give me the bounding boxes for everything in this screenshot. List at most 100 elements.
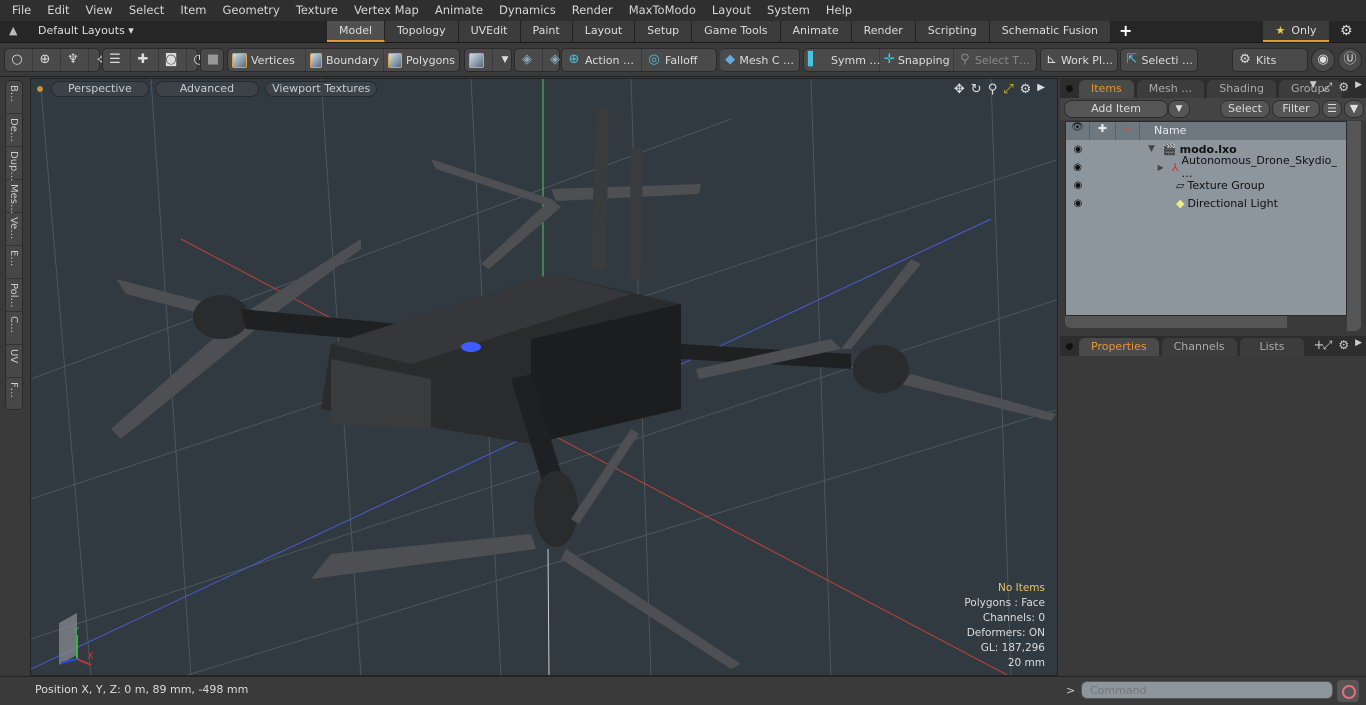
filter-button[interactable]: Filter <box>1272 100 1320 118</box>
menu-help[interactable]: Help <box>818 0 860 21</box>
eye-icon[interactable]: ◉ <box>1066 162 1089 173</box>
only-toggle[interactable]: ★ Only <box>1263 21 1329 42</box>
tab-lists[interactable]: Lists <box>1239 338 1305 356</box>
left-tab-mesh-edit[interactable]: Mes… <box>6 180 22 214</box>
action-center-button[interactable]: ⊕ Action … <box>562 49 642 71</box>
mesh-constraint-button[interactable]: ◆ Mesh C … <box>720 49 798 71</box>
left-tab-edge[interactable]: E… <box>6 246 22 279</box>
tree-row-drone[interactable]: ◉ ▶ ⅄ Autonomous_Drone_Skydio_ … <box>1066 154 1346 180</box>
tab-scripting[interactable]: Scripting <box>915 21 990 42</box>
world-transform-icon[interactable]: ◈ <box>515 49 543 71</box>
pen-icon[interactable]: ♆ <box>61 49 89 71</box>
tab-schematic-fusion[interactable]: Schematic Fusion <box>989 21 1112 42</box>
menu-system[interactable]: System <box>759 0 818 21</box>
list-options-icon[interactable]: ☰ <box>1322 100 1342 118</box>
menu-view[interactable]: View <box>78 0 121 21</box>
viewport-menu-dot[interactable] <box>37 86 43 92</box>
gear-icon[interactable]: ⚙ <box>1020 82 1032 97</box>
item-mode-icon[interactable]: ■ <box>201 49 228 71</box>
vertices-button[interactable]: Vertices <box>228 49 306 71</box>
expand-arrow-icon[interactable]: ▶ <box>1355 338 1362 353</box>
left-tab-uv[interactable]: UV <box>6 345 22 378</box>
eye-icon[interactable]: ◉ <box>1066 180 1090 191</box>
kits-button[interactable]: ⚙ Kits <box>1233 49 1307 71</box>
tree-row-texture-group[interactable]: ◉ ▱ Texture Group <box>1066 176 1346 194</box>
left-tab-polygon[interactable]: Pol… <box>6 279 22 312</box>
shading-mode-button[interactable]: Advanced <box>154 81 260 97</box>
expand-arrow-icon[interactable]: ▶ <box>1037 82 1045 97</box>
boundary-button[interactable]: Boundary <box>306 49 384 71</box>
record-macro-button[interactable] <box>1337 680 1359 702</box>
menu-dynamics[interactable]: Dynamics <box>491 0 564 21</box>
tab-paint[interactable]: Paint <box>520 21 573 42</box>
name-column-header[interactable]: Name <box>1140 122 1186 140</box>
tree-horizontal-scrollbar[interactable] <box>1065 316 1287 328</box>
gear-icon[interactable]: ⚙ <box>1338 80 1349 95</box>
tab-render[interactable]: Render <box>851 21 916 42</box>
panel-menu-dot[interactable] <box>1066 85 1073 92</box>
tab-setup[interactable]: Setup <box>635 21 693 42</box>
panel-menu-dot[interactable] <box>1066 343 1073 350</box>
menu-select[interactable]: Select <box>121 0 172 21</box>
tree-row-light[interactable]: ◉ ◆ Directional Light <box>1066 194 1346 212</box>
viewport-textures-button[interactable]: Viewport Textures <box>265 81 378 97</box>
collapse-icon[interactable]: ▼ <box>1148 144 1155 154</box>
layout-selector[interactable]: Default Layouts ▾ <box>38 24 134 37</box>
snapping-button[interactable]: ✛ Snapping <box>880 49 954 71</box>
left-tab-curve[interactable]: C… <box>6 312 22 345</box>
tab-game-tools[interactable]: Game Tools <box>692 21 781 42</box>
eye-icon[interactable]: ◉ <box>1066 144 1090 155</box>
pan-icon[interactable]: ✥ <box>954 82 965 97</box>
maximize-icon[interactable]: ⤢ <box>1003 82 1013 97</box>
select-through-button[interactable]: ⚲ Select T… <box>954 49 1034 71</box>
left-tab-duplicate[interactable]: Dup… <box>6 147 22 181</box>
zoom-icon[interactable]: ⚲ <box>988 82 998 97</box>
3d-viewport[interactable]: Y X Perspective Advanced Viewport Textur… <box>30 78 1058 676</box>
collapse-arrow-icon[interactable]: ▲ <box>9 24 17 37</box>
view-mode-button[interactable]: Perspective <box>51 81 149 97</box>
filter-icon[interactable]: ▼ <box>1344 100 1364 118</box>
add-item-dropdown[interactable]: ▼ <box>1168 100 1190 118</box>
gear-icon[interactable]: ⚙ <box>1340 23 1353 39</box>
rotate-icon[interactable]: ↻ <box>971 82 982 97</box>
left-tab-deform[interactable]: De… <box>6 114 22 147</box>
gear-icon[interactable]: ⚙ <box>1338 338 1349 353</box>
left-tab-fusion[interactable]: F… <box>6 378 22 411</box>
tree-vertical-scrollbar[interactable] <box>1347 121 1361 331</box>
polygons-button[interactable]: Polygons <box>384 49 459 71</box>
menu-geometry[interactable]: Geometry <box>215 0 288 21</box>
eye-icon[interactable]: ◉ <box>1066 198 1090 209</box>
chevron-down-icon[interactable]: ▼ <box>1310 80 1317 95</box>
menu-animate[interactable]: Animate <box>427 0 491 21</box>
frame-icon[interactable]: ◙ <box>159 49 187 71</box>
symmetry-button[interactable]: ▌ Symm … <box>804 49 880 71</box>
left-tab-vertex[interactable]: Ve… <box>6 213 22 246</box>
menu-file[interactable]: File <box>4 0 39 21</box>
tab-channels[interactable]: Channels <box>1161 338 1237 356</box>
stack-icon[interactable]: ☰ <box>103 49 131 71</box>
tab-model[interactable]: Model <box>327 21 386 42</box>
tab-items[interactable]: Items <box>1079 80 1134 98</box>
tab-animate[interactable]: Animate <box>780 21 852 42</box>
command-input[interactable] <box>1081 681 1333 699</box>
menu-item[interactable]: Item <box>172 0 214 21</box>
add-tab-button[interactable]: + <box>1119 21 1132 43</box>
menu-layout[interactable]: Layout <box>704 0 759 21</box>
tab-topology[interactable]: Topology <box>385 21 459 42</box>
select-button[interactable]: Select <box>1220 100 1270 118</box>
tab-layout[interactable]: Layout <box>572 21 636 42</box>
selection-sets-button[interactable]: ⇱ Selecti … <box>1121 49 1197 71</box>
menu-texture[interactable]: Texture <box>288 0 346 21</box>
add-item-button[interactable]: Add Item <box>1064 100 1168 118</box>
menu-maxtomodo[interactable]: MaxToModo <box>621 0 704 21</box>
expand-arrow-icon[interactable]: ▶ <box>1355 80 1362 95</box>
globe-icon[interactable]: ⊕ <box>33 49 61 71</box>
work-plane-button[interactable]: ⊾ Work Pl… <box>1041 49 1117 71</box>
visibility-column-icon[interactable]: 👁 <box>1066 122 1090 140</box>
falloff-button[interactable]: ◎ Falloff <box>642 49 716 71</box>
maximize-icon[interactable]: ⤢ <box>1323 80 1333 95</box>
unreal-button[interactable]: Ⓤ <box>1338 48 1362 72</box>
menu-vertex-map[interactable]: Vertex Map <box>346 0 427 21</box>
locator-column-icon[interactable]: ⅄ <box>1116 122 1140 140</box>
unity-button[interactable]: ◉ <box>1311 48 1335 72</box>
